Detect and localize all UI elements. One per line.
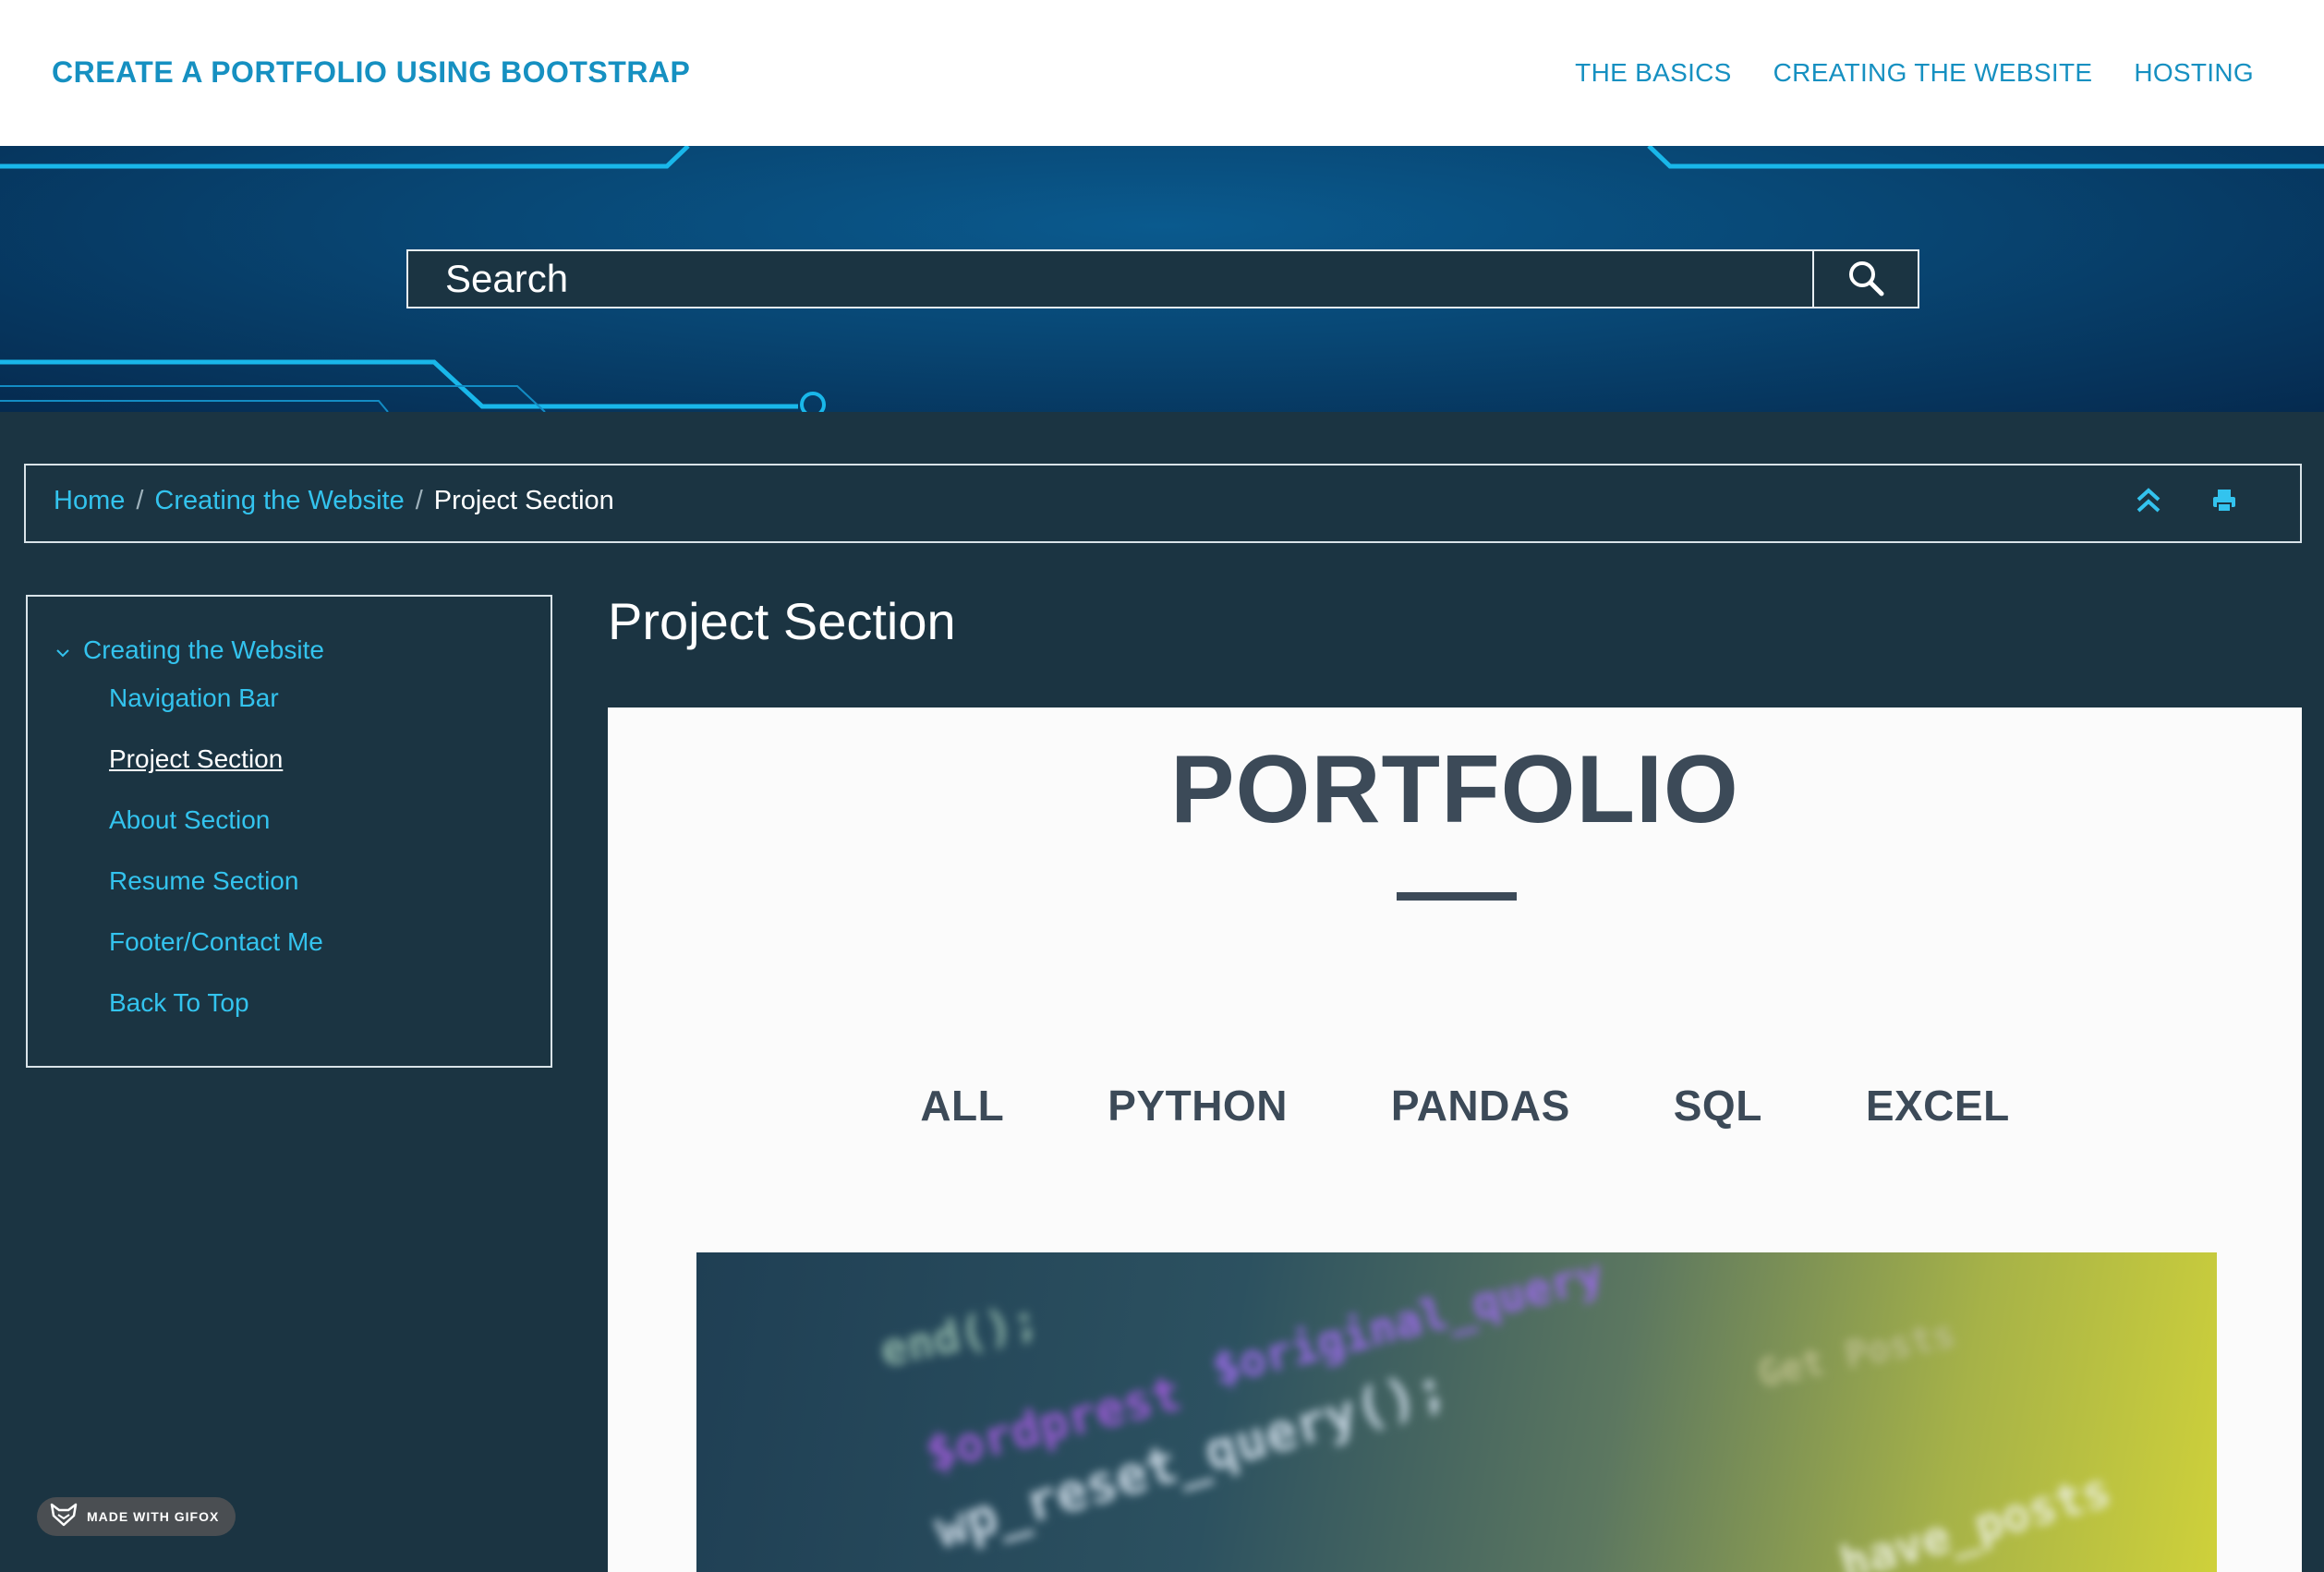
breadcrumb-current: Project Section bbox=[433, 486, 614, 515]
brand-title[interactable]: CREATE A PORTFOLIO USING BOOTSTRAP bbox=[52, 55, 690, 90]
filter-pandas[interactable]: PANDAS bbox=[1391, 1081, 1570, 1131]
sidebar-toc: Creating the Website Navigation Bar Proj… bbox=[26, 595, 552, 1068]
portfolio-preview: PORTFOLIO ALL PYTHON PANDAS SQL EXCEL en… bbox=[608, 707, 2302, 1572]
breadcrumb-creating-the-website[interactable]: Creating the Website bbox=[154, 486, 404, 516]
filter-sql[interactable]: SQL bbox=[1674, 1081, 1762, 1131]
gifox-label: MADE WITH GIFOX bbox=[87, 1509, 220, 1524]
hero-banner bbox=[0, 146, 2324, 412]
print-icon bbox=[2211, 488, 2237, 518]
fox-icon bbox=[50, 1503, 78, 1531]
filter-excel[interactable]: EXCEL bbox=[1866, 1081, 2010, 1131]
nav-link-creating-the-website[interactable]: CREATING THE WEBSITE bbox=[1773, 58, 2093, 88]
page-title: Project Section bbox=[608, 592, 956, 650]
chevron-down-icon bbox=[55, 635, 70, 665]
filter-python[interactable]: PYTHON bbox=[1108, 1081, 1288, 1131]
top-navbar: CREATE A PORTFOLIO USING BOOTSTRAP THE B… bbox=[0, 0, 2324, 146]
search-input[interactable] bbox=[408, 251, 1812, 307]
search-icon bbox=[1847, 260, 1884, 299]
print-button[interactable] bbox=[2209, 486, 2239, 519]
code-text-line: have_posts bbox=[1834, 1463, 2117, 1572]
breadcrumb-separator: / bbox=[415, 486, 423, 515]
heading-divider bbox=[1397, 892, 1517, 901]
sidebar-item-about-section[interactable]: About Section bbox=[109, 804, 551, 837]
nav-link-hosting[interactable]: HOSTING bbox=[2134, 58, 2254, 88]
code-text-line: Get Posts bbox=[1754, 1312, 1959, 1397]
portfolio-filters: ALL PYTHON PANDAS SQL EXCEL bbox=[608, 1081, 2302, 1131]
project-thumbnail[interactable]: end(); Get Posts $ordprest $original_que… bbox=[696, 1252, 2217, 1572]
sidebar-item-back-to-top[interactable]: Back To Top bbox=[109, 986, 551, 1020]
breadcrumb: Home / Creating the Website / Project Se… bbox=[54, 486, 614, 516]
code-text-line: end(); bbox=[876, 1293, 1044, 1378]
scroll-top-icon bbox=[2136, 487, 2161, 519]
portfolio-heading: PORTFOLIO bbox=[1170, 736, 1739, 843]
sidebar-item-project-section[interactable]: Project Section bbox=[109, 743, 551, 776]
main-nav: THE BASICS CREATING THE WEBSITE HOSTING bbox=[1575, 58, 2254, 88]
breadcrumb-home[interactable]: Home bbox=[54, 486, 125, 516]
breadcrumb-tools bbox=[2134, 486, 2239, 519]
sidebar-parent-label: Creating the Website bbox=[83, 635, 324, 664]
breadcrumb-bar: Home / Creating the Website / Project Se… bbox=[24, 464, 2302, 543]
search-button[interactable] bbox=[1812, 251, 1918, 307]
gifox-watermark: MADE WITH GIFOX bbox=[37, 1497, 236, 1536]
sidebar-item-footer-contact-me[interactable]: Footer/Contact Me bbox=[109, 925, 551, 959]
breadcrumb-separator: / bbox=[136, 486, 144, 515]
sidebar-item-resume-section[interactable]: Resume Section bbox=[109, 865, 551, 898]
sidebar-item-navigation-bar[interactable]: Navigation Bar bbox=[109, 682, 551, 715]
sidebar-parent-creating-the-website[interactable]: Creating the Website bbox=[55, 635, 551, 665]
scroll-top-button[interactable] bbox=[2134, 486, 2163, 519]
nav-link-the-basics[interactable]: THE BASICS bbox=[1575, 58, 1731, 88]
filter-all[interactable]: ALL bbox=[920, 1081, 1004, 1131]
search-bar bbox=[406, 249, 1919, 308]
